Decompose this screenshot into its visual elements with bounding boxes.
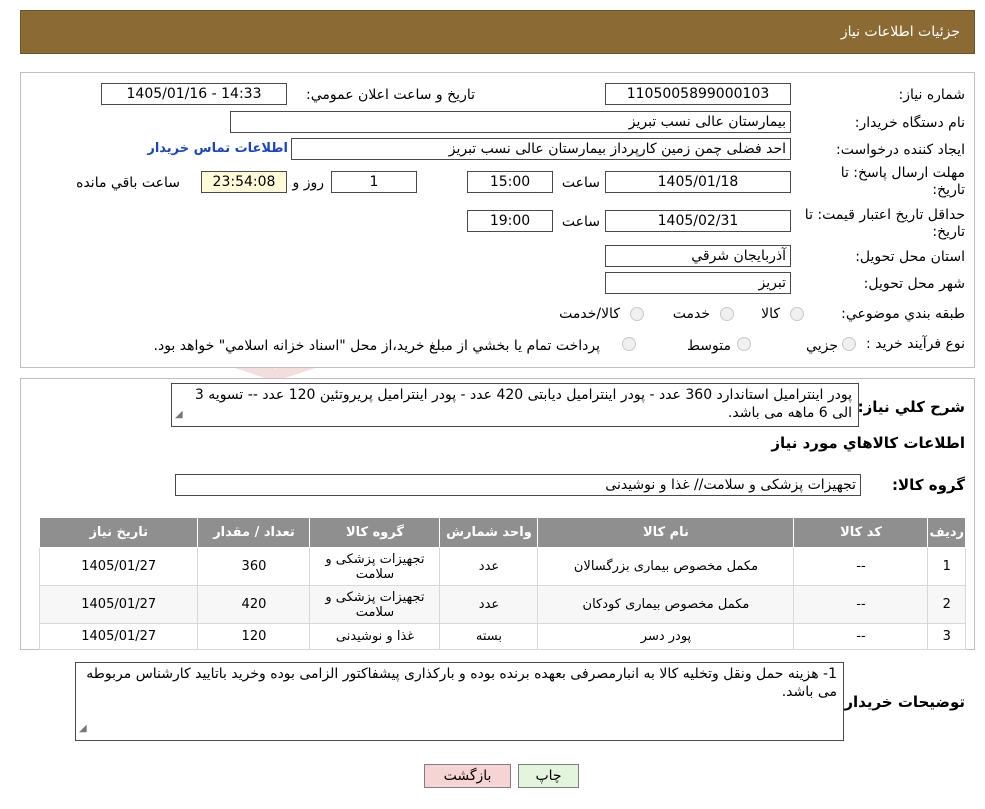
remaining-label: ساعت باقي مانده bbox=[76, 175, 180, 191]
price-time-label: ساعت bbox=[561, 214, 600, 230]
price-validity-label: حداقل تاريخ اعتبار قيمت: تا bbox=[804, 207, 965, 223]
buyer-notes-textarea: 1- هزینه حمل ونقل وتخلیه کالا به انبارمص… bbox=[75, 662, 844, 741]
province-label: استان محل تحويل: bbox=[855, 249, 965, 265]
process-option-medium: متوسط bbox=[687, 338, 731, 354]
resize-handle-icon[interactable]: ◢ bbox=[79, 720, 87, 738]
announce-field: 1405/01/16 - 14:33 bbox=[101, 83, 287, 105]
page-title: جزئیات اطلاعات نیاز bbox=[840, 24, 960, 40]
reply-deadline-label: مهلت ارسال پاسخ: تا bbox=[840, 165, 965, 181]
cell-code: -- bbox=[793, 547, 929, 586]
buyer-label: نام دستگاه خريدار: bbox=[854, 115, 965, 131]
cell-name: پودر دسر bbox=[537, 623, 795, 650]
category-option-service: خدمت bbox=[672, 306, 710, 322]
creator-field: احد فضلی چمن زمین کارپرداز بیمارستان عال… bbox=[291, 138, 791, 160]
reply-date-field: 1405/01/18 bbox=[605, 171, 791, 193]
days-label: روز و bbox=[292, 175, 325, 191]
col-header-row: رديف bbox=[927, 517, 966, 548]
remaining-time-field: 23:54:08 bbox=[201, 171, 287, 193]
category-radio-goods[interactable] bbox=[790, 307, 804, 321]
reply-deadline-label-2: تاريخ: bbox=[932, 182, 965, 198]
cell-group: تجهیزات پزشکی و سلامت bbox=[309, 547, 441, 586]
cell-group: غذا و نوشیدنی bbox=[309, 623, 441, 650]
table-row: 2 -- مکمل مخصوص بیماری کودکان عدد تجهیزا… bbox=[38, 585, 966, 624]
buyer-notes-text: 1- هزینه حمل ونقل وتخلیه کالا به انبارمص… bbox=[86, 666, 837, 700]
price-date-field: 1405/02/31 bbox=[605, 210, 791, 232]
description-text: پودر اینترامیل استاندارد 360 عدد - پودر … bbox=[194, 387, 852, 421]
province-field: آذربايجان شرقي bbox=[605, 245, 791, 267]
category-radio-service[interactable] bbox=[720, 307, 734, 321]
reply-time-label: ساعت bbox=[561, 175, 600, 191]
reply-time-field: 15:00 bbox=[467, 171, 553, 193]
cell-unit: عدد bbox=[439, 547, 539, 586]
process-radio-minor[interactable] bbox=[842, 337, 856, 351]
days-field: 1 bbox=[331, 171, 417, 193]
cell-qty: 360 bbox=[197, 547, 311, 586]
cell-unit: بسته bbox=[439, 623, 539, 650]
col-header-name: نام کالا bbox=[537, 517, 795, 548]
cell-qty: 420 bbox=[197, 585, 311, 624]
process-label: نوع فرآيند خريد : bbox=[866, 336, 965, 352]
process-radio-treasury[interactable] bbox=[622, 337, 636, 351]
category-radio-goods-service[interactable] bbox=[630, 307, 644, 321]
goods-section-title: اطلاعات کالاهاي مورد نياز bbox=[771, 434, 965, 452]
cell-group: تجهیزات پزشکی و سلامت bbox=[309, 585, 441, 624]
back-button[interactable]: بازگشت bbox=[424, 764, 511, 788]
city-field: تبریز bbox=[605, 272, 791, 294]
announce-label: تاریخ و ساعت اعلان عمومي: bbox=[306, 87, 475, 103]
resize-handle-icon[interactable]: ◢ bbox=[175, 406, 183, 424]
creator-label: ايجاد کننده درخواست: bbox=[836, 142, 965, 158]
need-number-field: 1105005899000103 bbox=[605, 83, 791, 105]
table-row: 3 -- پودر دسر بسته غذا و نوشیدنی 120 140… bbox=[38, 623, 966, 650]
description-textarea: پودر اینترامیل استاندارد 360 عدد - پودر … bbox=[171, 383, 859, 427]
category-label: طبقه بندي موضوعي: bbox=[841, 306, 965, 322]
col-header-group: گروه کالا bbox=[309, 517, 441, 548]
goods-table: رديف کد کالا نام کالا واحد شمارش گروه کا… bbox=[38, 517, 966, 650]
category-option-goods-service: کالا/خدمت bbox=[559, 306, 620, 322]
cell-unit: عدد bbox=[439, 585, 539, 624]
table-row: 1 -- مکمل مخصوص بیماری بزرگسالان عدد تجه… bbox=[38, 547, 966, 586]
price-time-field: 19:00 bbox=[467, 210, 553, 232]
col-header-qty: تعداد / مقدار bbox=[197, 517, 311, 548]
buyer-contact-link[interactable]: اطلاعات تماس خريدار bbox=[147, 141, 288, 156]
process-radio-medium[interactable] bbox=[737, 337, 751, 351]
goods-group-label: گروه کالا: bbox=[892, 476, 965, 494]
cell-date: 1405/01/27 bbox=[38, 623, 199, 650]
price-validity-label-2: تاريخ: bbox=[932, 224, 965, 240]
process-option-minor: جزيي bbox=[806, 338, 838, 354]
cell-code: -- bbox=[793, 585, 929, 624]
process-note: پرداخت تمام يا بخشي از مبلغ خريد،از محل … bbox=[153, 338, 600, 354]
cell-date: 1405/01/27 bbox=[38, 585, 199, 624]
buyer-field: بیمارستان عالی نسب تبریز bbox=[230, 111, 791, 133]
need-number-label: شماره نیاز: bbox=[898, 87, 966, 103]
city-label: شهر محل تحويل: bbox=[863, 276, 965, 292]
cell-row: 2 bbox=[927, 585, 966, 624]
description-label: شرح کلي نياز: bbox=[857, 398, 965, 416]
cell-code: -- bbox=[793, 623, 929, 650]
cell-date: 1405/01/27 bbox=[38, 547, 199, 586]
category-option-goods: کالا bbox=[761, 306, 780, 322]
buyer-notes-label: توضيحات خريدار: bbox=[838, 693, 965, 711]
col-header-date: تاريخ نياز bbox=[38, 517, 199, 548]
goods-group-field: تجهیزات پزشکی و سلامت// غذا و نوشیدنی bbox=[175, 474, 861, 496]
cell-name: مکمل مخصوص بیماری کودکان bbox=[537, 585, 795, 624]
col-header-code: کد کالا bbox=[793, 517, 929, 548]
col-header-unit: واحد شمارش bbox=[439, 517, 539, 548]
print-button[interactable]: چاپ bbox=[518, 764, 579, 788]
cell-qty: 120 bbox=[197, 623, 311, 650]
cell-name: مکمل مخصوص بیماری بزرگسالان bbox=[537, 547, 795, 586]
page-header: جزئیات اطلاعات نیاز bbox=[20, 10, 975, 54]
cell-row: 1 bbox=[927, 547, 966, 586]
cell-row: 3 bbox=[927, 623, 966, 650]
